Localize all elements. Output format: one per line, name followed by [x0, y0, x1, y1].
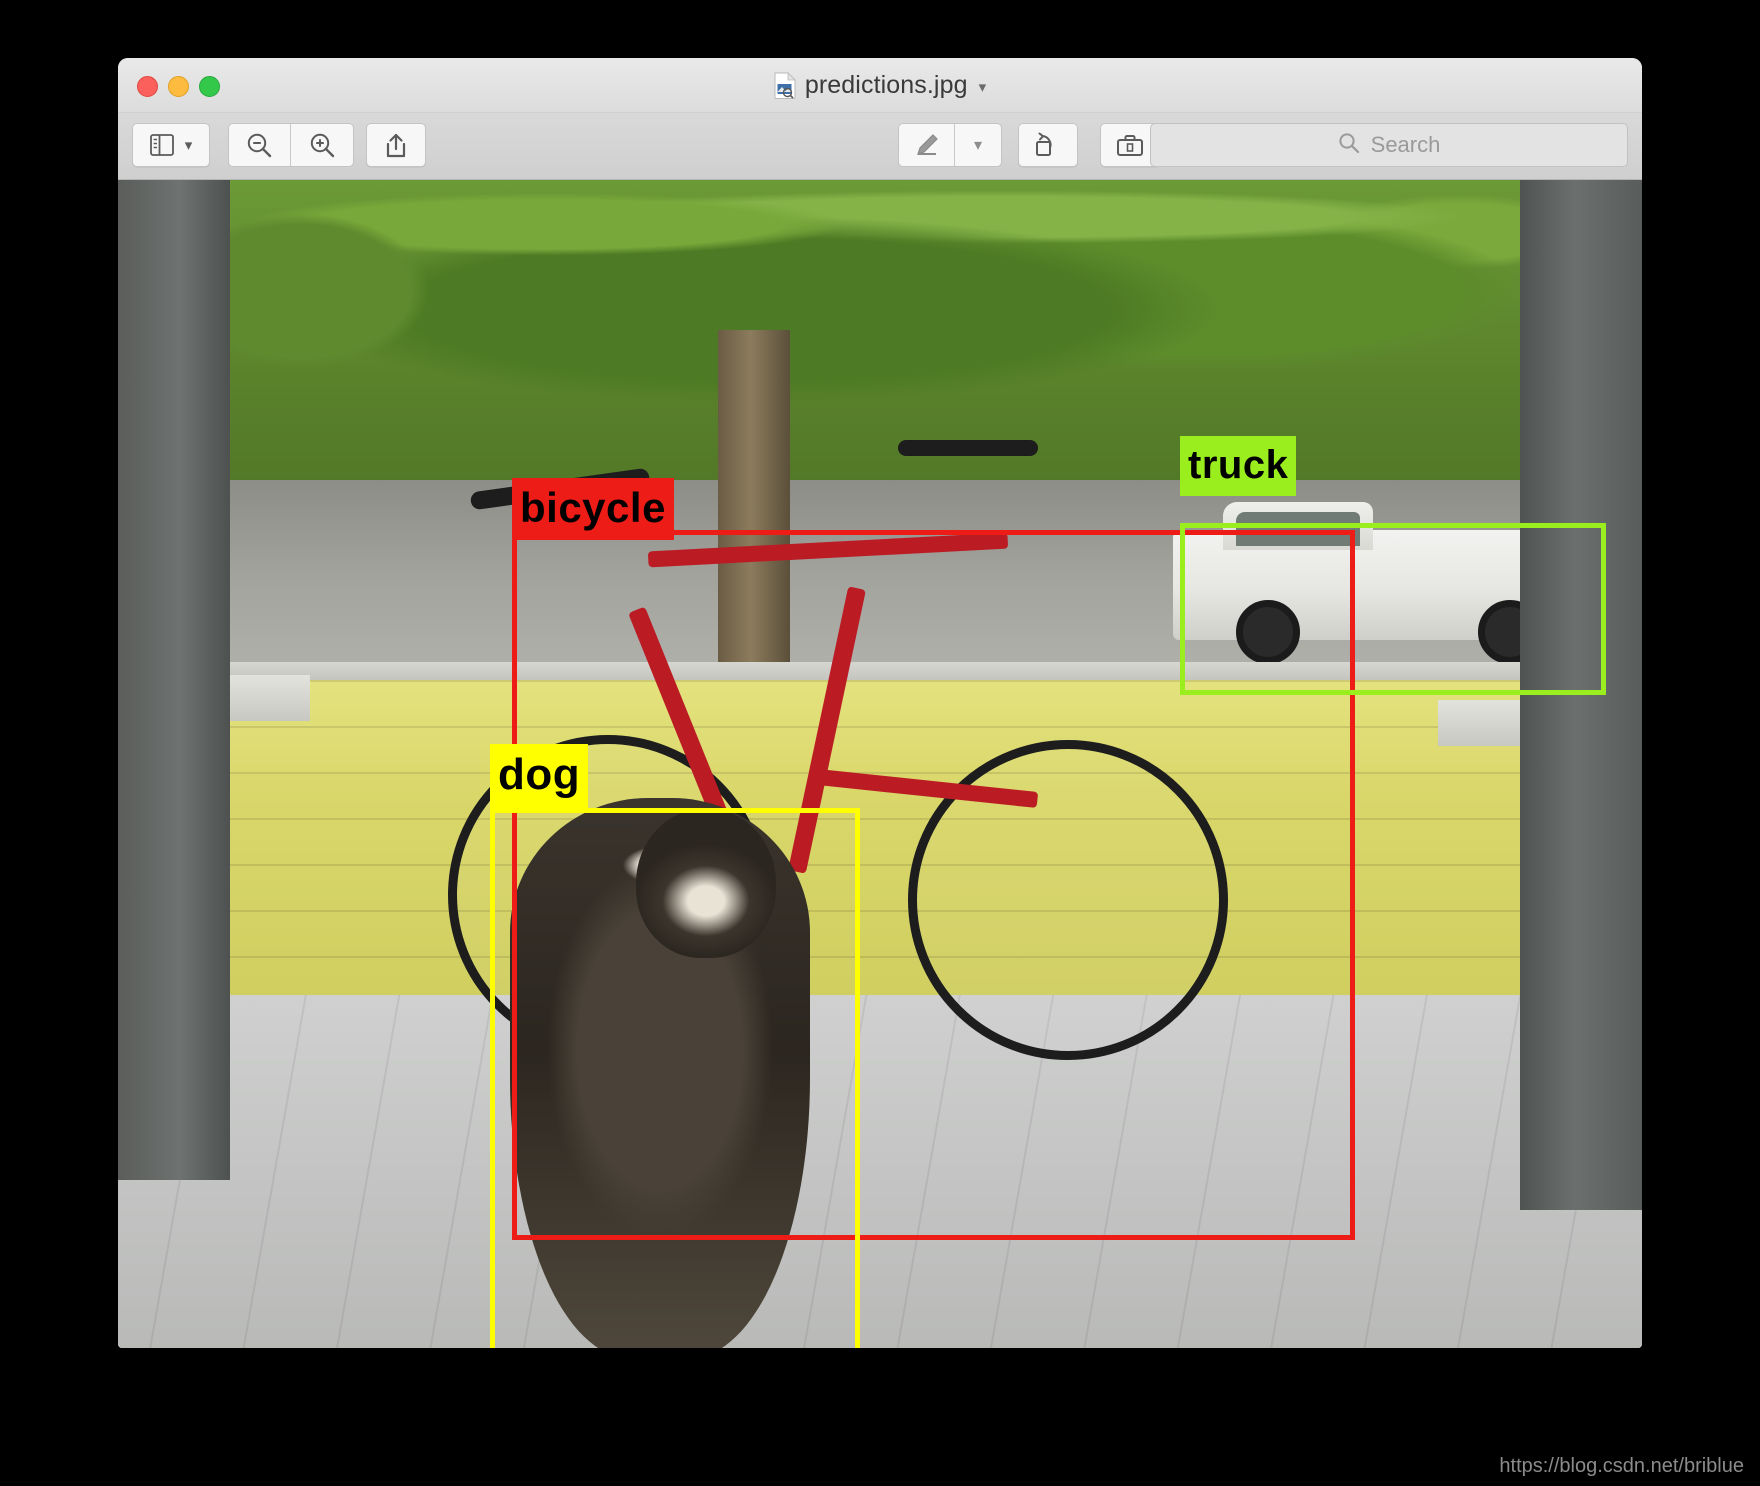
share-button-group — [366, 123, 426, 167]
markup-button-group: ▾ — [898, 123, 1002, 167]
rotate-left-button[interactable] — [1018, 123, 1078, 167]
detection-label-bicycle: bicycle — [512, 478, 674, 540]
porch-post-left — [118, 180, 230, 1180]
markup-chevron-down-icon[interactable]: ▾ — [955, 124, 1001, 166]
traffic-light-group — [137, 76, 220, 97]
window-titlebar[interactable]: predictions.jpg ▾ — [118, 58, 1642, 113]
title-chevron-down-icon[interactable]: ▾ — [979, 78, 987, 96]
detection-label-truck: truck — [1180, 436, 1297, 496]
preview-window: predictions.jpg ▾ ▾ ▾ Search bicycle tru… — [118, 58, 1642, 1348]
screen: predictions.jpg ▾ ▾ ▾ Search bicycle tru… — [0, 0, 1760, 1486]
window-title-group: predictions.jpg ▾ — [118, 58, 1642, 112]
zoom-out-button[interactable] — [229, 124, 291, 166]
search-icon — [1338, 132, 1360, 159]
detection-box-truck — [1180, 523, 1606, 695]
sidebar-button-group: ▾ — [132, 123, 210, 167]
window-toolbar: ▾ ▾ Search — [118, 113, 1642, 180]
markup-pen-icon[interactable] — [899, 124, 955, 166]
minimize-window-button[interactable] — [168, 76, 189, 97]
sidebar-chevron-down-icon: ▾ — [184, 137, 193, 154]
rotate-button-group — [1018, 123, 1078, 167]
maximize-window-button[interactable] — [199, 76, 220, 97]
document-preview-icon — [774, 71, 796, 99]
zoom-button-group — [228, 123, 354, 167]
close-window-button[interactable] — [137, 76, 158, 97]
watermark: https://blog.csdn.net/briblue — [1499, 1455, 1744, 1477]
bicycle-saddle — [898, 440, 1038, 456]
detection-box-dog — [490, 808, 860, 1348]
sidebar-toggle-button[interactable]: ▾ — [132, 123, 210, 167]
search-placeholder: Search — [1370, 132, 1441, 157]
porch-post-right — [1520, 180, 1642, 1210]
share-button[interactable] — [366, 123, 426, 167]
zoom-segmented-control — [228, 123, 354, 167]
zoom-in-button[interactable] — [291, 124, 353, 166]
window-title: predictions.jpg — [804, 70, 968, 99]
search-input[interactable]: Search — [1150, 123, 1628, 167]
detection-label-dog: dog — [490, 744, 589, 808]
image-canvas[interactable]: bicycle truck dog — [118, 180, 1642, 1348]
markup-segmented-control: ▾ — [898, 123, 1002, 167]
